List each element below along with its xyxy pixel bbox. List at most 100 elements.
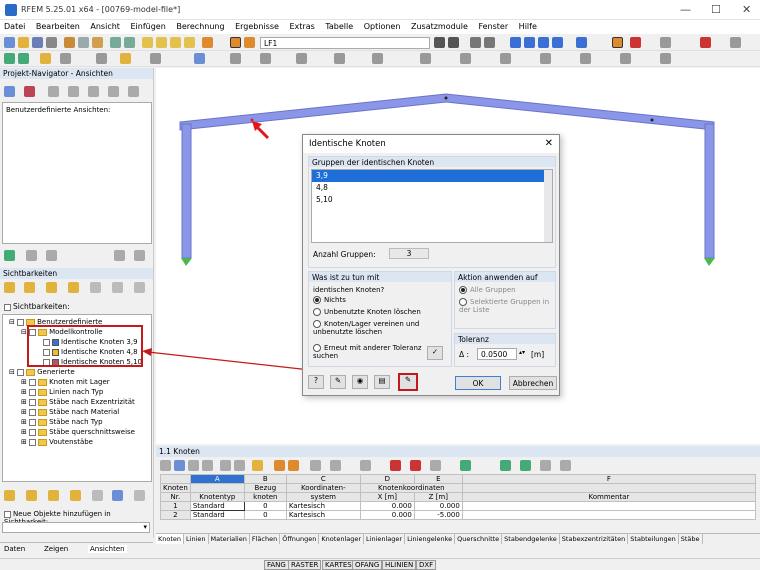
- menu-optionen[interactable]: Optionen: [360, 20, 405, 33]
- visibility-icon[interactable]: [540, 53, 551, 64]
- table-tool3-icon[interactable]: [188, 460, 199, 471]
- save-icon[interactable]: [32, 37, 43, 48]
- panel-icon[interactable]: [230, 37, 241, 48]
- menu-berechnung[interactable]: Berechnung: [172, 20, 228, 33]
- table-tool11-icon[interactable]: [430, 460, 441, 471]
- vis-bottom5-icon[interactable]: [92, 490, 103, 501]
- table-cell[interactable]: Standard: [189, 510, 245, 520]
- view-y-icon[interactable]: [538, 37, 549, 48]
- next-loadcase-icon[interactable]: [448, 37, 459, 48]
- apply-all[interactable]: Alle Gruppen: [459, 286, 516, 294]
- calc-icon[interactable]: [142, 37, 153, 48]
- minimize-button[interactable]: —: [680, 3, 691, 16]
- status-ofang[interactable]: OFANG: [352, 560, 383, 570]
- release-icon[interactable]: [372, 53, 383, 64]
- support-icon[interactable]: [96, 53, 107, 64]
- paste-icon[interactable]: [92, 37, 103, 48]
- status-dxf[interactable]: DXF: [416, 560, 437, 570]
- view-iso-plane-icon[interactable]: [108, 86, 119, 97]
- views-edit-icon[interactable]: [26, 250, 37, 261]
- table-tool14-icon[interactable]: [560, 460, 571, 471]
- surface-icon[interactable]: [60, 53, 71, 64]
- dialog-close-icon[interactable]: ✕: [545, 138, 553, 149]
- tree-gen-item[interactable]: ⊞ Voutenstäbe: [21, 438, 93, 446]
- view-x-icon[interactable]: [524, 37, 535, 48]
- table-redo-icon[interactable]: [288, 460, 299, 471]
- views-new-icon[interactable]: [4, 250, 15, 261]
- table-cell[interactable]: 0.000: [359, 510, 415, 520]
- table-undo-icon[interactable]: [274, 460, 285, 471]
- tab-linien[interactable]: Linien: [184, 534, 209, 544]
- tab-oeffnungen[interactable]: Öffnungen: [280, 534, 320, 544]
- table-row[interactable]: 1 Standard 0 Kartesisch 0.000 0.000: [160, 501, 757, 511]
- table-tool13-icon[interactable]: [520, 460, 531, 471]
- status-kartes[interactable]: KARTES: [322, 560, 355, 570]
- visibilities-checkbox[interactable]: Sichtbarkeiten:: [4, 302, 70, 311]
- table-cell[interactable]: 0.000: [413, 501, 463, 511]
- line-icon[interactable]: [18, 53, 29, 64]
- close-button[interactable]: ✕: [742, 3, 751, 16]
- table-cell[interactable]: Kartesisch: [285, 510, 361, 520]
- table-cell[interactable]: Standard: [189, 501, 245, 511]
- snap-icon[interactable]: [620, 53, 631, 64]
- option-delete-unused[interactable]: Unbenutzte Knoten löschen: [313, 308, 421, 316]
- menu-hilfe[interactable]: Hilfe: [515, 20, 541, 33]
- copy-icon[interactable]: [78, 37, 89, 48]
- col-letter[interactable]: E: [413, 474, 463, 484]
- table-cell[interactable]: 0: [243, 501, 287, 511]
- views-delete-icon[interactable]: [134, 250, 145, 261]
- vis-tool5-icon[interactable]: [90, 282, 101, 293]
- tab-ansichten[interactable]: Ansichten: [88, 545, 127, 553]
- panel2-icon[interactable]: [244, 37, 255, 48]
- zoom-icon[interactable]: [484, 37, 495, 48]
- vis-tool4-icon[interactable]: [68, 282, 79, 293]
- section-icon[interactable]: [194, 53, 205, 64]
- view-persp-icon[interactable]: [128, 86, 139, 97]
- table-tool2-icon[interactable]: [174, 460, 185, 471]
- tab-stabexzentrizitaeten[interactable]: Stabexzentrizitäten: [560, 534, 629, 544]
- member-icon[interactable]: [40, 53, 51, 64]
- delete-icon[interactable]: [630, 37, 641, 48]
- cross-icon[interactable]: [700, 37, 711, 48]
- render-icon[interactable]: [576, 37, 587, 48]
- col-letter[interactable]: A: [189, 474, 245, 484]
- print-icon[interactable]: [46, 37, 57, 48]
- tree-generated[interactable]: ⊟ Generierte: [9, 368, 75, 376]
- ok-button[interactable]: OK: [455, 376, 501, 390]
- model-check-icon[interactable]: [612, 37, 623, 48]
- tree-gen-item[interactable]: ⊞ Stäbe nach Exzentrizität: [21, 398, 135, 406]
- select-nodes-button[interactable]: ✎: [330, 375, 346, 389]
- dimension-icon[interactable]: [420, 53, 431, 64]
- table-tool4-icon[interactable]: [202, 460, 213, 471]
- node-icon[interactable]: [4, 53, 15, 64]
- views-copy-icon[interactable]: [46, 250, 57, 261]
- table-cell[interactable]: -5.000: [413, 510, 463, 520]
- tree-gen-item[interactable]: ⊞ Knoten mit Lager: [21, 378, 110, 386]
- help-button[interactable]: ?: [308, 375, 324, 389]
- new-icon[interactable]: [4, 37, 15, 48]
- table-tool10-icon[interactable]: [360, 460, 371, 471]
- tab-linienlager[interactable]: Linienlager: [364, 534, 406, 544]
- vis-bottom1-icon[interactable]: [4, 490, 15, 501]
- table-cell[interactable]: 0: [243, 510, 287, 520]
- settings-icon[interactable]: [730, 37, 741, 48]
- results-icon[interactable]: [156, 37, 167, 48]
- view-iso-icon[interactable]: [510, 37, 521, 48]
- opening-icon[interactable]: [260, 53, 271, 64]
- table-cell[interactable]: [461, 501, 757, 511]
- tab-liniengelenke[interactable]: Liniengelenke: [405, 534, 456, 544]
- view-y-plane-icon[interactable]: [68, 86, 79, 97]
- undo-icon[interactable]: [110, 37, 121, 48]
- vis-tool1-icon[interactable]: [4, 282, 15, 293]
- table-tool1-icon[interactable]: [160, 460, 171, 471]
- view-z-icon[interactable]: [552, 37, 563, 48]
- tolerance-input[interactable]: 0.0500: [477, 348, 517, 360]
- vis-bottom4-icon[interactable]: [70, 490, 81, 501]
- option-nothing[interactable]: Nichts: [313, 296, 346, 304]
- vis-bottom6-icon[interactable]: [112, 490, 123, 501]
- table-cell[interactable]: Kartesisch: [285, 501, 361, 511]
- col-letter[interactable]: F: [461, 474, 757, 484]
- menu-datei[interactable]: Datei: [0, 20, 29, 33]
- vis-tool2-icon[interactable]: [24, 282, 35, 293]
- vis-bottom7-icon[interactable]: [134, 490, 145, 501]
